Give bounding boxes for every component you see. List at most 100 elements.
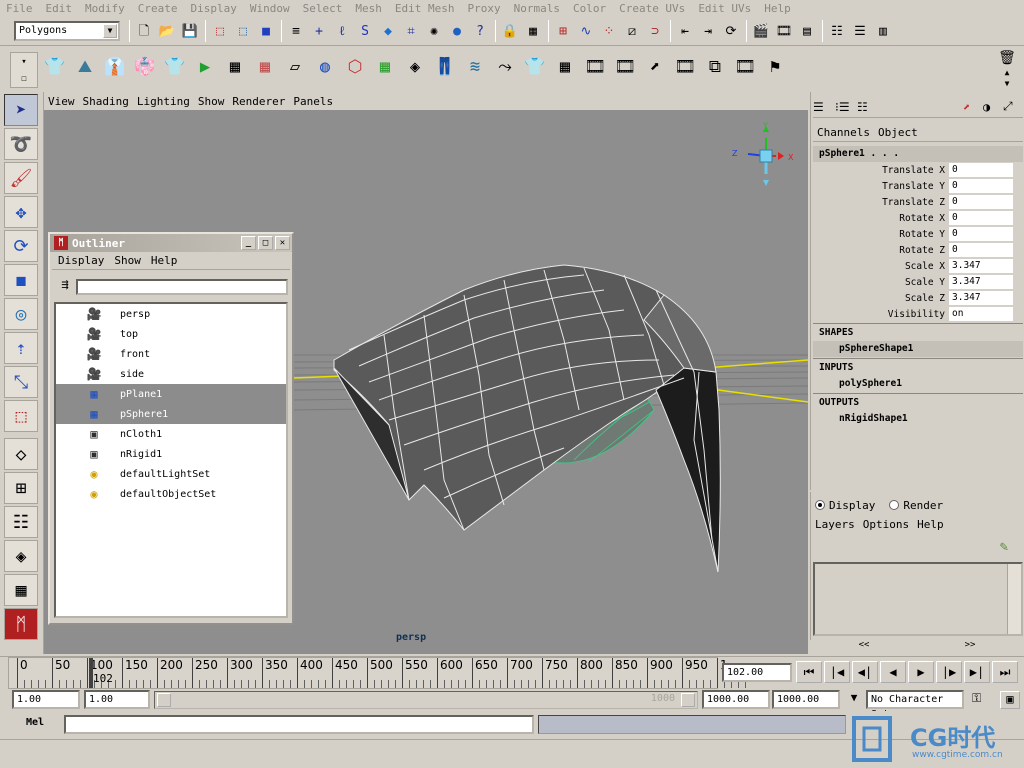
outliner-menu-display[interactable]: Display [58, 254, 104, 267]
menu-edit-mesh[interactable]: Edit Mesh [395, 2, 455, 15]
animation-prefs-icon[interactable]: ▣ [1000, 691, 1020, 709]
step-forward-key-icon[interactable]: ▶| [964, 661, 990, 683]
attribute-editor-icon[interactable]: ☰ [849, 20, 871, 42]
new-layer-icon[interactable]: ✎ [991, 536, 1017, 558]
curve-mask-icon[interactable]: S [354, 20, 376, 42]
channel-value[interactable]: 0 [949, 211, 1013, 225]
outliner-persp-layout-icon[interactable]: ☷ [4, 506, 38, 538]
viewport-menu-lighting[interactable]: Lighting [137, 95, 190, 108]
timeline-track[interactable]: 0 50 100 150 200 250 300 350 400 450 500 550 600 650 7… [8, 657, 746, 689]
lasso-tool-icon[interactable]: ➰ [4, 128, 38, 160]
component-constraint-icon[interactable]: ⬡ [342, 52, 368, 82]
channel-box-tab-icon[interactable]: ☰ [813, 100, 835, 114]
display-radio[interactable] [815, 500, 825, 510]
options-menu[interactable]: Options [863, 518, 909, 531]
character-set-selector[interactable]: No Character Set [866, 690, 964, 720]
channel-name[interactable]: Rotate Z [813, 245, 949, 256]
outliner-item[interactable]: 🎥 front [56, 344, 286, 364]
shelf-scroll-down-icon[interactable]: ▼ [1005, 79, 1010, 88]
create-cache-icon[interactable]: 🎞 [582, 52, 608, 82]
scroll-right-button[interactable]: >> [965, 640, 976, 650]
outliner-item[interactable]: ▦ pPlane1 [56, 384, 286, 404]
scale-tool-icon[interactable]: ◼ [4, 264, 38, 296]
outliner-item[interactable]: 🎥 persp [56, 304, 286, 324]
close-icon[interactable]: ✕ [275, 236, 290, 250]
mask-menu-icon[interactable]: ≡ [285, 20, 307, 42]
chevron-down-icon[interactable]: ▼ [103, 24, 117, 38]
channel-name[interactable]: Rotate X [813, 213, 949, 224]
snap-plane-icon[interactable]: ⧄ [621, 20, 643, 42]
menu-color[interactable]: Color [573, 2, 606, 15]
channel-value[interactable]: 0 [949, 163, 1013, 177]
toggle-sidebar-icon[interactable]: ☷ [826, 20, 848, 42]
open-scene-icon[interactable]: 📂 [156, 20, 178, 42]
tearable-surface-icon[interactable]: ▦ [252, 52, 278, 82]
chevron-down-icon[interactable]: ▼ [844, 691, 864, 709]
ncloth-create-icon[interactable]: 👕 [42, 52, 68, 82]
channel-name[interactable]: Translate Y [813, 181, 949, 192]
channel-row[interactable]: Rotate X0 [813, 210, 1023, 226]
trash-icon[interactable]: 🗑 [998, 50, 1016, 66]
joint-mask-icon[interactable]: ℓ [331, 20, 353, 42]
step-back-key-icon[interactable]: |◀ [824, 661, 850, 683]
step-forward-frame-icon[interactable]: |▶ [936, 661, 962, 683]
channel-value[interactable]: 3.347 [949, 275, 1013, 289]
channels-menu[interactable]: Channels [817, 126, 870, 139]
menu-file[interactable]: File [6, 2, 33, 15]
channel-name[interactable]: Scale X [813, 261, 949, 272]
channel-value[interactable]: 0 [949, 179, 1013, 193]
channel-row[interactable]: Translate Y0 [813, 178, 1023, 194]
layer-list[interactable] [813, 562, 1023, 636]
mel-label[interactable]: Mel [26, 717, 44, 728]
maximize-icon[interactable]: □ [258, 236, 273, 250]
menu-normals[interactable]: Normals [514, 2, 560, 15]
select-cache-icon[interactable]: ⬈ [642, 52, 668, 82]
channel-row[interactable]: Translate X0 [813, 162, 1023, 178]
layers-menu[interactable]: Layers [815, 518, 855, 531]
magnet-icon[interactable]: ⊃ [644, 20, 666, 42]
filter-toggle-icon[interactable]: ⇶ [54, 277, 76, 297]
cloth-shirt-icon[interactable]: 👕 [162, 52, 188, 82]
current-time-field[interactable]: 102.00 [722, 663, 792, 682]
channel-row[interactable]: Rotate Y0 [813, 226, 1023, 242]
menu-modify[interactable]: Modify [85, 2, 125, 15]
range-start-handle[interactable] [157, 693, 171, 707]
outliner-search-input[interactable] [76, 279, 288, 295]
paint-select-tool-icon[interactable]: 🖌 [4, 162, 38, 194]
menu-proxy[interactable]: Proxy [467, 2, 500, 15]
select-object-icon[interactable]: ⬚ [232, 20, 254, 42]
point-to-surface-icon[interactable]: ◍ [312, 52, 338, 82]
move-tool-icon[interactable]: ✥ [4, 196, 38, 228]
lock-selection-icon[interactable]: 🔒 [499, 20, 521, 42]
manipulator-icon[interactable]: ⤢ [1003, 99, 1023, 114]
universal-manip-icon[interactable]: ◎ [4, 298, 38, 330]
outliner-menu-help[interactable]: Help [151, 254, 178, 267]
channel-row[interactable]: Rotate Z0 [813, 242, 1023, 258]
select-component-icon[interactable]: ■ [255, 20, 277, 42]
snap-point-icon[interactable]: ⁘ [598, 20, 620, 42]
channel-name[interactable]: Translate X [813, 165, 949, 176]
channel-value[interactable]: 0 [949, 195, 1013, 209]
merge-cache-icon[interactable]: ⧉ [702, 52, 728, 82]
channel-name[interactable]: Scale Y [813, 277, 949, 288]
outliner-item[interactable]: ◉ defaultObjectSet [56, 484, 286, 504]
remove-ncloth-icon[interactable]: 👔 [102, 52, 128, 82]
delete-cache-icon[interactable]: 🎞 [612, 52, 638, 82]
channel-layer-tab-icon[interactable]: ☷ [857, 100, 879, 114]
render-settings-icon[interactable]: ▤ [796, 20, 818, 42]
select-hierarchy-icon[interactable]: ⬚ [209, 20, 231, 42]
start-time-field[interactable]: 1.00 [12, 690, 80, 709]
output-node[interactable]: nRigidShape1 [813, 411, 1023, 427]
cloth-shirt-2-icon[interactable]: 👕 [522, 52, 548, 82]
channel-value[interactable]: 0 [949, 227, 1013, 241]
dynamic-field-icon[interactable]: ◈ [402, 52, 428, 82]
mode-selector[interactable]: Polygons ▼ [14, 21, 120, 41]
last-tool-icon[interactable]: ⬚ [4, 400, 38, 432]
outliner-item[interactable]: 🎥 side [56, 364, 286, 384]
viewport-menu-show[interactable]: Show [198, 95, 225, 108]
range-bar[interactable]: 1000 [154, 691, 698, 709]
object-menu[interactable]: Object [878, 126, 918, 139]
render-radio[interactable] [889, 500, 900, 510]
highlight-selection-icon[interactable]: ▦ [522, 20, 544, 42]
viewport-menu-renderer[interactable]: Renderer [232, 95, 285, 108]
